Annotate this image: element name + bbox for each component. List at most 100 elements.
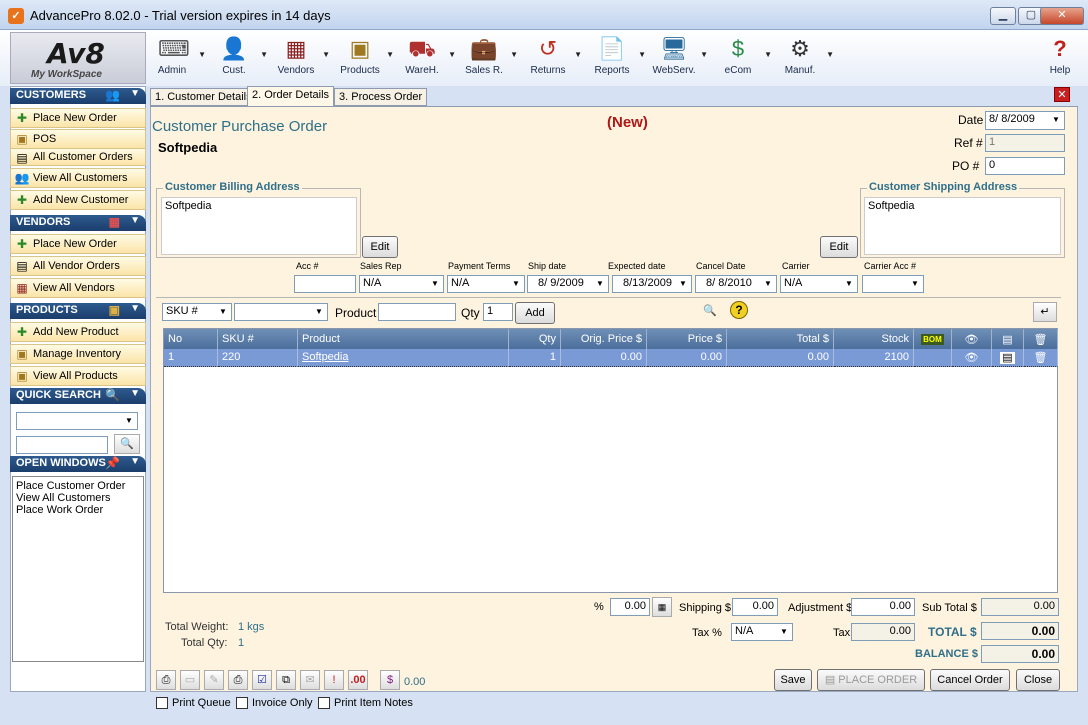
delete-item-trash-icon[interactable]: 🗑 xyxy=(1024,349,1058,367)
toolbar-vendors-button[interactable]: ▦ Vendors ▼ xyxy=(266,36,330,82)
print-item-notes-checkbox[interactable] xyxy=(318,697,330,709)
view-item-eye-icon[interactable]: 👁 xyxy=(952,349,992,367)
print-icon[interactable]: ⎙ xyxy=(156,670,176,690)
section-vendors[interactable]: VENDORS ▦ ▼ xyxy=(10,215,146,231)
toolbar-products-button[interactable]: ▣ Products ▼ xyxy=(330,36,394,82)
section-customers[interactable]: CUSTOMERS 👥 ▼ xyxy=(10,88,146,104)
tab-process-order[interactable]: 3. Process Order xyxy=(334,88,428,106)
carrier-select[interactable]: N/A ▼ xyxy=(780,275,858,293)
cents-icon[interactable]: .00 xyxy=(348,670,368,690)
shipping-label-icon[interactable]: ✉ xyxy=(300,670,320,690)
sidebar-item-view-all-customers[interactable]: 👥 View All Customers xyxy=(10,168,146,188)
toolbar-webserv-button[interactable]: 🖥 WebServ. ▼ xyxy=(644,36,709,82)
edit-shipping-button[interactable]: Edit xyxy=(820,236,858,258)
sidebar-item-view-all-vendors[interactable]: ▦ View All Vendors xyxy=(10,278,146,298)
help-button[interactable]: ? Help xyxy=(1032,36,1088,82)
edit-billing-button[interactable]: Edit xyxy=(362,236,398,258)
item-notes-icon[interactable]: ▤ xyxy=(992,349,1024,367)
collapse-icon[interactable]: ▼ xyxy=(130,303,140,314)
sidebar-item-customer-place-order[interactable]: ✚ Place New Order xyxy=(10,108,146,128)
collapse-icon[interactable]: ▼ xyxy=(130,388,140,399)
quick-search-type-select[interactable]: ▼ xyxy=(16,412,138,430)
sidebar-item-vendor-place-order[interactable]: ✚ Place New Order xyxy=(10,234,146,254)
enter-return-icon[interactable]: ↵ xyxy=(1033,302,1057,322)
toolbar-warehouse-button[interactable]: ⛟ WareH. ▼ xyxy=(392,36,456,82)
sidebar-item-add-product[interactable]: ✚ Add New Product xyxy=(10,322,146,342)
cancel-date-picker[interactable]: 8/ 8/2010 ▼ xyxy=(695,275,777,293)
close-button[interactable]: Close xyxy=(1016,669,1060,691)
table-cell-qty[interactable]: 1 xyxy=(509,349,561,367)
open-window-item[interactable]: View All Customers xyxy=(16,492,140,504)
toolbar-admin-button[interactable]: ⌨ Admin ▼ xyxy=(142,36,206,82)
adjustment-field[interactable]: 0.00 xyxy=(851,598,915,616)
open-window-item[interactable]: Place Work Order xyxy=(16,504,140,516)
shipping-address-box[interactable]: Softpedia xyxy=(864,197,1061,255)
edit-pen-icon[interactable]: ✎ xyxy=(204,670,224,690)
table-cell-product-link[interactable]: Softpedia xyxy=(298,349,509,367)
payment-terms-select[interactable]: N/A ▼ xyxy=(447,275,525,293)
invoice-only-checkbox[interactable] xyxy=(236,697,248,709)
sidebar-item-pos[interactable]: ▣ POS xyxy=(10,129,146,149)
toolbar-reports-button[interactable]: 📄 Reports ▼ xyxy=(582,36,646,82)
toolbar-manufacturing-button[interactable]: ⚙ Manuf. ▼ xyxy=(770,36,834,82)
table-cell-orig-price[interactable]: 0.00 xyxy=(561,349,647,367)
column-header-total[interactable]: Total $ xyxy=(727,329,834,349)
place-order-button[interactable]: ▤ PLACE ORDER xyxy=(817,669,925,691)
product-input[interactable] xyxy=(378,303,456,321)
toolbar-customers-button[interactable]: 👤 Cust. ▼ xyxy=(204,36,268,82)
carrier-acc-select[interactable]: ▼ xyxy=(862,275,924,293)
sidebar-item-view-all-products[interactable]: ▣ View All Products xyxy=(10,366,146,386)
toolbar-sales-rep-button[interactable]: 💼 Sales R. ▼ xyxy=(454,36,518,82)
sidebar-item-all-customer-orders[interactable]: ▤ All Customer Orders xyxy=(10,148,146,166)
calculator-icon[interactable]: ▦ xyxy=(652,597,672,617)
discount-pct-field[interactable]: 0.00 xyxy=(610,598,650,616)
shipping-field[interactable]: 0.00 xyxy=(732,598,778,616)
column-header-bom[interactable]: BOM xyxy=(914,329,952,349)
minimize-button[interactable]: ▁ xyxy=(990,7,1016,25)
table-cell-price[interactable]: 0.00 xyxy=(647,349,727,367)
sidebar-item-all-vendor-orders[interactable]: ▤ All Vendor Orders xyxy=(10,256,146,276)
collapse-icon[interactable]: ▼ xyxy=(130,456,140,467)
card-icon[interactable]: ▭ xyxy=(180,670,200,690)
column-header-orig-price[interactable]: Orig. Price $ xyxy=(561,329,647,349)
help-circle-icon[interactable]: ? xyxy=(730,301,748,319)
payment-icon[interactable]: $ xyxy=(380,670,400,690)
collapse-icon[interactable]: ▼ xyxy=(130,88,140,99)
table-cell-sku[interactable]: 220 xyxy=(218,349,298,367)
ship-date-picker[interactable]: 8/ 9/2009 ▼ xyxy=(527,275,609,293)
section-products[interactable]: PRODUCTS ▣ ▼ xyxy=(10,303,146,319)
tab-customer-details[interactable]: 1. Customer Details xyxy=(150,88,257,106)
add-item-button[interactable]: Add xyxy=(515,302,555,324)
acc-field[interactable] xyxy=(294,275,356,293)
sidebar-item-manage-inventory[interactable]: ▣ Manage Inventory xyxy=(10,344,146,364)
column-header-product[interactable]: Product xyxy=(298,329,509,349)
copy-icon[interactable]: ⧉ xyxy=(276,670,296,690)
column-header-price[interactable]: Price $ xyxy=(647,329,727,349)
save-button[interactable]: Save xyxy=(774,669,812,691)
table-cell-no[interactable]: 1 xyxy=(164,349,218,367)
expected-date-picker[interactable]: 8/13/2009 ▼ xyxy=(612,275,692,293)
tax-pct-select[interactable]: N/A ▼ xyxy=(731,623,793,641)
toolbar-returns-button[interactable]: ↺ Returns ▼ xyxy=(518,36,582,82)
column-header-stock[interactable]: Stock xyxy=(834,329,914,349)
column-header-qty[interactable]: Qty xyxy=(509,329,561,349)
date-picker[interactable]: 8/ 8/2009 ▼ xyxy=(985,111,1065,130)
quick-search-button[interactable]: 🔍 xyxy=(114,434,140,454)
close-window-button[interactable]: ✕ xyxy=(1040,7,1084,25)
column-header-no[interactable]: No xyxy=(164,329,218,349)
search-key-icon[interactable]: 🔍 xyxy=(697,302,723,322)
table-cell-total[interactable]: 0.00 xyxy=(727,349,834,367)
tab-order-details[interactable]: 2. Order Details xyxy=(247,86,335,106)
sales-rep-select[interactable]: N/A ▼ xyxy=(359,275,444,293)
sku-value-select[interactable]: ▼ xyxy=(234,303,328,321)
collapse-icon[interactable]: ▼ xyxy=(130,215,140,226)
qty-input[interactable]: 1 xyxy=(483,303,513,321)
table-cell-stock[interactable]: 2100 xyxy=(834,349,914,367)
print-queue-checkbox[interactable] xyxy=(156,697,168,709)
open-window-item[interactable]: Place Customer Order xyxy=(16,480,140,492)
checkbox-icon[interactable]: ☑ xyxy=(252,670,272,690)
quick-search-input[interactable] xyxy=(16,436,108,454)
close-tab-icon[interactable]: ✕ xyxy=(1054,87,1070,102)
column-header-sku[interactable]: SKU # xyxy=(218,329,298,349)
sku-type-select[interactable]: SKU # ▼ xyxy=(162,303,232,321)
